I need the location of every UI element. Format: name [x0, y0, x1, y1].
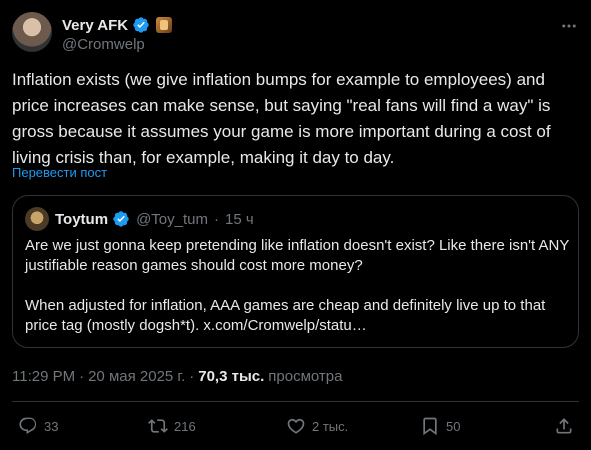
post-time[interactable]: 11:29 PM — [12, 368, 75, 385]
author-handle[interactable]: @Cromwelp — [62, 36, 145, 53]
views-label: просмотра — [268, 368, 343, 385]
post-date[interactable]: 20 мая 2025 г. — [88, 368, 185, 385]
tweet-header: Very AFK @Cromwelp — [12, 12, 579, 56]
bookmark-button[interactable]: 50 — [420, 416, 460, 436]
reply-icon — [19, 417, 37, 434]
quoted-author-name: Toytum — [55, 210, 109, 228]
quoted-author-handle: @Toy_tum — [136, 210, 208, 228]
quoted-paragraph: When adjusted for inflation, AAA games a… — [25, 297, 546, 334]
repost-count: 216 — [174, 418, 196, 434]
tweet-text: Inflation exists (we give inflation bump… — [12, 70, 551, 167]
action-bar: 33 216 2 тыс. 50 — [12, 412, 579, 442]
quoted-paragraph: Are we just gonna keep pretending like i… — [25, 237, 570, 274]
verified-badge-icon[interactable] — [132, 16, 150, 34]
meta-separator: · — [79, 368, 85, 385]
reply-button[interactable]: 33 — [18, 416, 58, 436]
quoted-author-avatar — [25, 207, 49, 231]
quoted-text: Are we just gonna keep pretending like i… — [25, 236, 570, 336]
bookmark-icon — [423, 417, 437, 436]
meta-separator: · — [189, 368, 195, 385]
heart-icon — [287, 418, 305, 434]
quoted-tweet[interactable]: Toytum @Toy_tum · 15 ч Are we just gonna… — [12, 195, 579, 348]
verified-badge-icon — [113, 211, 129, 227]
translate-link[interactable]: Перевести пост — [12, 165, 107, 180]
like-button[interactable]: 2 тыс. — [286, 416, 348, 436]
repost-button[interactable]: 216 — [148, 416, 196, 436]
more-options-icon[interactable] — [559, 16, 579, 36]
divider — [12, 401, 579, 402]
quoted-separator: · — [213, 210, 219, 228]
reply-count: 33 — [44, 418, 59, 434]
author-display-name[interactable]: Very AFK — [62, 17, 128, 34]
quoted-header: Toytum @Toy_tum · 15 ч — [55, 210, 254, 228]
tweet-meta: 11:29 PM · 20 мая 2025 г. · 70,3 тыс. пр… — [12, 368, 342, 385]
bookmark-count: 50 — [446, 418, 461, 434]
author-name-row: Very AFK — [62, 16, 173, 34]
quoted-timestamp: 15 ч — [224, 210, 254, 228]
like-count: 2 тыс. — [312, 418, 349, 434]
author-avatar[interactable] — [12, 12, 52, 52]
share-icon — [556, 418, 572, 434]
share-button[interactable] — [554, 416, 574, 436]
view-count: 70,3 тыс. — [198, 368, 265, 385]
repost-icon — [148, 419, 168, 433]
affiliate-badge-icon[interactable] — [156, 17, 173, 33]
